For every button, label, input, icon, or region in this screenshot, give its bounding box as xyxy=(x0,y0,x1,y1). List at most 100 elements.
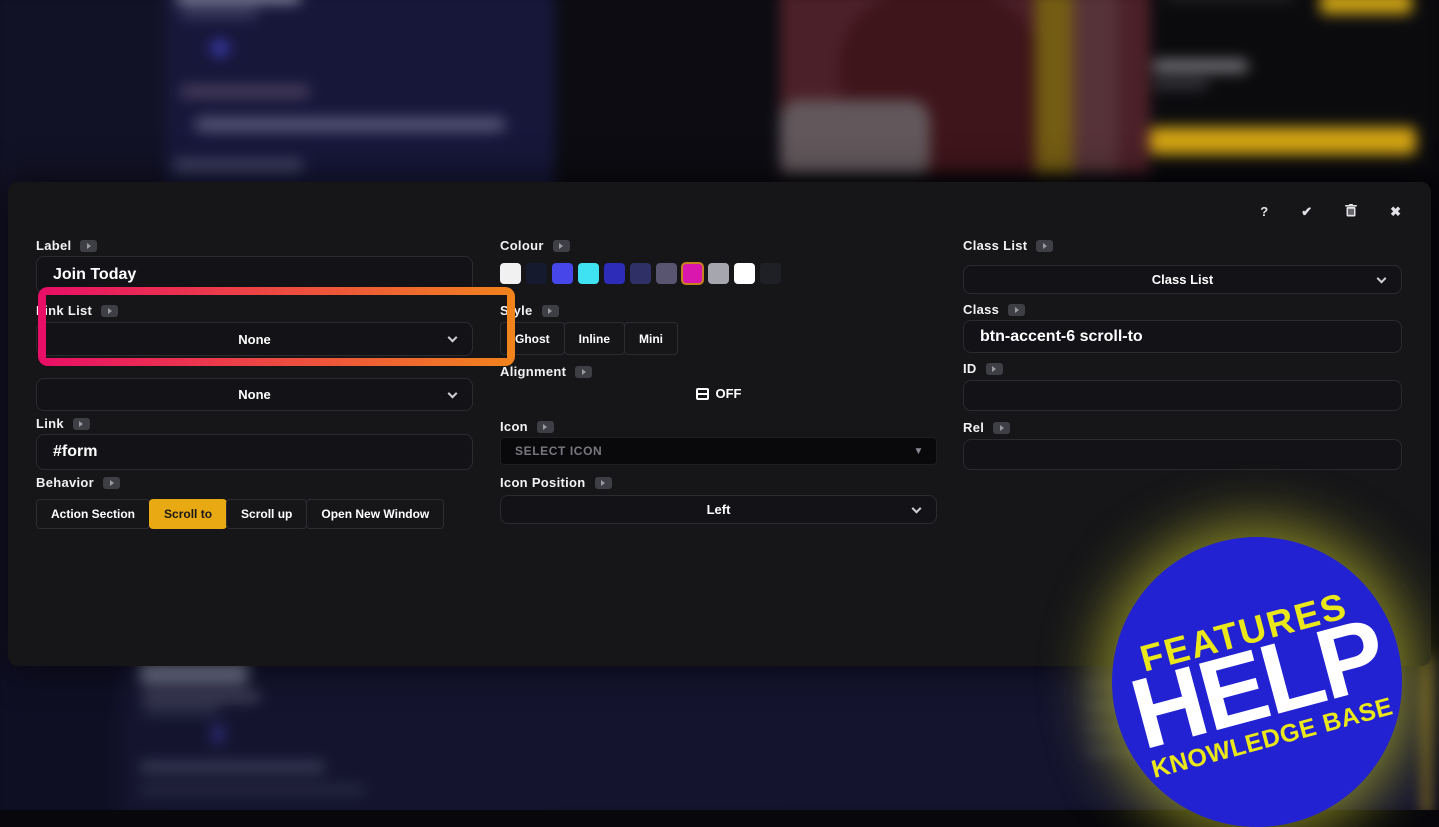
badge-rotated-text: FEATURES HELP KNOWLEDGE BASE xyxy=(1115,579,1399,785)
class-list-label: Class List xyxy=(963,238,1054,253)
color-swatch-selected[interactable] xyxy=(681,262,704,285)
video-help-icon[interactable] xyxy=(72,417,90,430)
obscured-list-select[interactable]: None xyxy=(36,378,473,411)
rel-label: Rel xyxy=(963,420,1011,435)
color-swatch[interactable] xyxy=(760,263,781,284)
style-inline-button[interactable]: Inline xyxy=(563,322,626,355)
style-ghost-button[interactable]: Ghost xyxy=(500,322,565,355)
bg-text-smudge xyxy=(212,725,224,743)
color-swatch[interactable] xyxy=(656,263,677,284)
icon-label: Icon xyxy=(500,419,554,434)
link-label-text: Link xyxy=(36,416,64,431)
icon-position-selected-value: Left xyxy=(706,502,731,517)
bg-bottom-left-dark xyxy=(0,656,120,810)
color-swatch[interactable] xyxy=(708,263,729,284)
label-input[interactable]: Join Today xyxy=(36,256,473,294)
class-list-label-text: Class List xyxy=(963,238,1028,253)
bg-text-smudge xyxy=(180,86,310,97)
link-list-select[interactable]: None xyxy=(36,322,473,356)
color-swatch[interactable] xyxy=(604,263,625,284)
behavior-open-new-window-button[interactable]: Open New Window xyxy=(306,499,445,529)
color-swatch[interactable] xyxy=(630,263,651,284)
bg-text-smudge xyxy=(176,0,301,3)
color-swatch[interactable] xyxy=(734,263,755,284)
color-swatch[interactable] xyxy=(500,263,521,284)
alignment-off-icon xyxy=(695,387,709,400)
behavior-button-group: Action Section Scroll to Scroll up Open … xyxy=(36,499,445,529)
icon-label-text: Icon xyxy=(500,419,528,434)
behavior-label: Behavior xyxy=(36,475,121,490)
color-swatch[interactable] xyxy=(578,263,599,284)
bg-photo xyxy=(780,0,1150,174)
chevron-down-icon xyxy=(1376,273,1387,284)
help-knowledge-base-badge: FEATURES HELP KNOWLEDGE BASE xyxy=(1112,537,1402,827)
chevron-down-icon xyxy=(447,388,458,399)
link-input-value: #form xyxy=(53,443,98,460)
icon-position-label: Icon Position xyxy=(500,475,612,490)
rel-input[interactable] xyxy=(963,439,1402,470)
link-input[interactable]: #form xyxy=(36,434,473,470)
id-label: ID xyxy=(963,361,1003,376)
video-help-icon[interactable] xyxy=(541,304,559,317)
video-help-icon[interactable] xyxy=(80,239,98,252)
colour-label: Colour xyxy=(500,238,570,253)
alignment-off-toggle[interactable]: OFF xyxy=(500,386,937,401)
class-list-selected-value: Class List xyxy=(1151,272,1214,287)
bg-yellow-sliver xyxy=(1424,656,1429,810)
video-help-icon[interactable] xyxy=(594,476,612,489)
video-help-icon[interactable] xyxy=(1036,239,1054,252)
behavior-scroll-to-button[interactable]: Scroll to xyxy=(149,499,228,529)
video-help-icon[interactable] xyxy=(985,362,1003,375)
bg-text-smudge xyxy=(1153,60,1248,72)
behavior-scroll-up-button[interactable]: Scroll up xyxy=(226,499,308,529)
icon-position-label-text: Icon Position xyxy=(500,475,586,490)
behavior-label-text: Behavior xyxy=(36,475,95,490)
video-help-icon[interactable] xyxy=(575,365,593,378)
highlight-border xyxy=(38,358,515,366)
colour-swatch-row xyxy=(500,262,781,285)
bg-text-smudge xyxy=(173,160,303,171)
bg-yellow-pill xyxy=(1320,0,1412,14)
video-help-icon[interactable] xyxy=(993,421,1011,434)
video-help-icon[interactable] xyxy=(103,476,121,489)
behavior-action-section-button[interactable]: Action Section xyxy=(36,499,151,529)
chevron-down-icon xyxy=(447,332,458,343)
bg-text-smudge xyxy=(212,40,228,56)
video-help-icon[interactable] xyxy=(536,420,554,433)
alignment-label: Alignment xyxy=(500,364,593,379)
alignment-off-text: OFF xyxy=(715,386,742,401)
style-mini-button[interactable]: Mini xyxy=(624,322,679,355)
class-input-value: btn-accent-6 scroll-to xyxy=(980,327,1143,345)
id-input[interactable] xyxy=(963,380,1402,411)
modal-middle-column: Colour Style Ghost Inline Mini Alignment… xyxy=(500,182,937,666)
video-help-icon[interactable] xyxy=(1008,303,1026,316)
class-list-select[interactable]: Class List xyxy=(963,265,1402,294)
modal-left-column: Label Join Today Link List None None Lin… xyxy=(36,182,515,666)
class-input[interactable]: btn-accent-6 scroll-to xyxy=(963,320,1402,353)
link-list-label: Link List xyxy=(36,303,119,318)
color-swatch[interactable] xyxy=(526,263,547,284)
icon-select[interactable]: SELECT ICON ▼ xyxy=(500,437,937,465)
label-field-label: Label xyxy=(36,238,98,253)
alignment-label-text: Alignment xyxy=(500,364,567,379)
bg-text-smudge xyxy=(180,8,258,17)
style-button-group: Ghost Inline Mini xyxy=(500,322,679,355)
bg-text-smudge xyxy=(140,762,325,772)
bg-text-smudge xyxy=(142,692,260,701)
bg-text-smudge xyxy=(195,118,505,131)
icon-select-placeholder: SELECT ICON xyxy=(515,444,603,458)
colour-label-text: Colour xyxy=(500,238,544,253)
bg-yellow-button xyxy=(1150,127,1416,155)
label-field-label-text: Label xyxy=(36,238,72,253)
bg-text-smudge xyxy=(1153,80,1208,88)
class-label-text: Class xyxy=(963,302,1000,317)
rel-label-text: Rel xyxy=(963,420,985,435)
label-input-value: Join Today xyxy=(53,266,137,283)
video-help-icon[interactable] xyxy=(552,239,570,252)
icon-position-select[interactable]: Left xyxy=(500,495,937,524)
style-label-text: Style xyxy=(500,303,533,318)
color-swatch[interactable] xyxy=(552,263,573,284)
dropdown-triangle-icon: ▼ xyxy=(913,445,924,457)
id-label-text: ID xyxy=(963,361,977,376)
video-help-icon[interactable] xyxy=(101,304,119,317)
